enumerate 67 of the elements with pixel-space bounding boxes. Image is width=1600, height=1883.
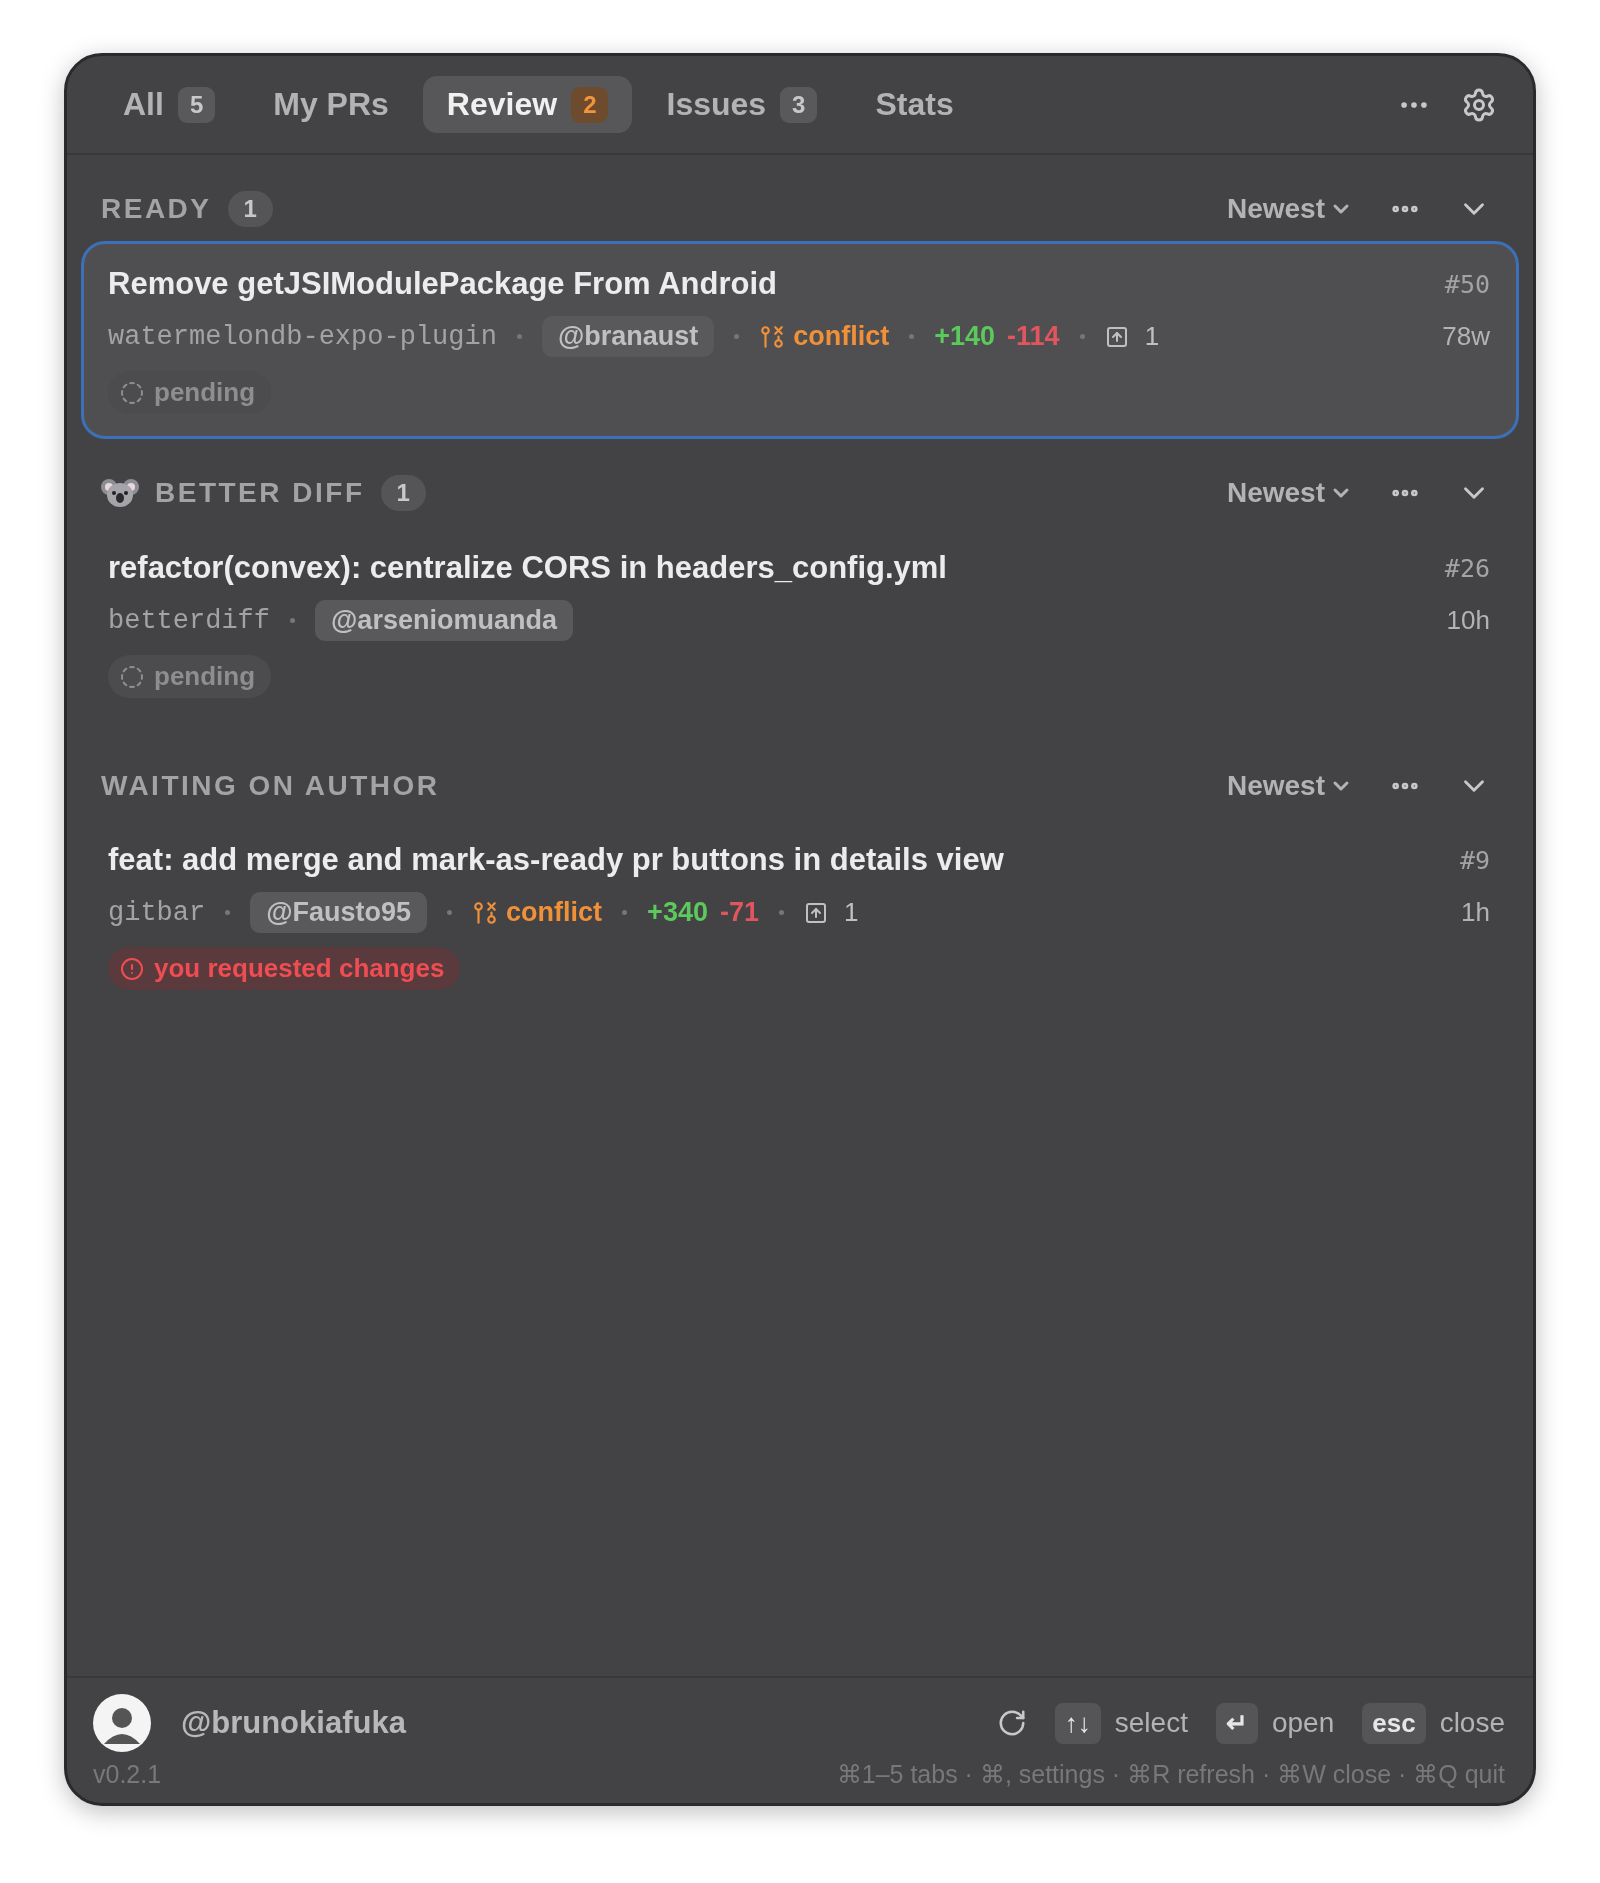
author-tag: @Fausto95 bbox=[250, 892, 428, 933]
status-badge: you requested changes bbox=[108, 947, 461, 990]
conflict-label: conflict bbox=[759, 321, 890, 352]
additions-count: +340 bbox=[647, 897, 708, 928]
pull-request-card[interactable]: Remove getJSIModulePackage From Android #50 watermelondb-expo-plugin @branaust conflict +140 -114 1 78w pending bbox=[81, 241, 1519, 439]
sort-dropdown[interactable]: Newest bbox=[1226, 477, 1353, 509]
tab[interactable]: Stats bbox=[851, 76, 978, 133]
author-tag: @arseniomuanda bbox=[315, 600, 573, 641]
avatar bbox=[93, 1694, 151, 1752]
age-label: 10h bbox=[1446, 605, 1490, 636]
count-badge: 3 bbox=[780, 86, 818, 123]
sort-dropdown[interactable]: Newest bbox=[1226, 770, 1353, 802]
pull-request-card[interactable]: feat: add merge and mark-as-ready pr buttons in details view #9 gitbar @Fausto95 conflict +340 -71 1 1h you requested changes bbox=[81, 817, 1519, 1015]
key-hint: close bbox=[1439, 1707, 1505, 1739]
tab-label: Stats bbox=[875, 86, 954, 123]
repo-name: gitbar bbox=[108, 897, 206, 928]
pr-number: #9 bbox=[1459, 845, 1490, 875]
repo-name: watermelondb-expo-plugin bbox=[108, 321, 497, 352]
pending-icon bbox=[120, 380, 144, 405]
koala-icon bbox=[101, 477, 139, 509]
merge-conflict-icon bbox=[759, 323, 786, 350]
pr-title: feat: add merge and mark-as-ready pr buttons in details view bbox=[108, 842, 1005, 878]
alert-icon bbox=[120, 956, 144, 981]
section-title: WAITING ON AUTHOR bbox=[101, 770, 440, 802]
key-hint: select bbox=[1114, 1707, 1188, 1739]
comment-icon bbox=[1104, 324, 1129, 349]
settings-icon[interactable] bbox=[1461, 86, 1497, 123]
comment-icon bbox=[803, 900, 828, 925]
age-label: 1h bbox=[1461, 897, 1490, 928]
age-label: 78w bbox=[1442, 321, 1490, 352]
tab-label: My PRs bbox=[273, 86, 389, 123]
section-title: BETTER DIFF bbox=[155, 477, 365, 509]
tab[interactable]: All 5 bbox=[99, 76, 240, 133]
comment-count: 1 bbox=[1144, 321, 1160, 352]
tab-label: All bbox=[123, 86, 164, 123]
tab[interactable]: Review 2 bbox=[422, 76, 633, 133]
tab[interactable]: My PRs bbox=[249, 76, 413, 133]
pull-request-card[interactable]: refactor(convex): centralize CORS in headers_config.yml #26 betterdiff @arseniomuanda 10h pending bbox=[81, 525, 1519, 723]
pr-number: #50 bbox=[1444, 269, 1490, 299]
key-cap: ↑↓ bbox=[1054, 1702, 1101, 1744]
tab[interactable]: Issues 3 bbox=[642, 76, 842, 133]
count-badge: 1 bbox=[380, 475, 426, 511]
count-badge: 5 bbox=[177, 86, 216, 123]
conflict-label: conflict bbox=[472, 897, 603, 928]
username: @brunokiafuka bbox=[181, 1705, 406, 1741]
merge-conflict-icon bbox=[472, 899, 499, 926]
tab-label: Review bbox=[446, 86, 558, 123]
author-tag: @branaust bbox=[541, 316, 715, 357]
key-hint: open bbox=[1271, 1707, 1335, 1739]
section-title: READY bbox=[101, 193, 212, 225]
pr-title: Remove getJSIModulePackage From Android bbox=[108, 266, 778, 302]
sort-dropdown[interactable]: Newest bbox=[1226, 193, 1353, 225]
count-badge: 2 bbox=[571, 86, 609, 123]
pr-number: #26 bbox=[1444, 553, 1490, 583]
key-cap: ↵ bbox=[1215, 1702, 1258, 1744]
comment-count: 1 bbox=[843, 897, 859, 928]
key-cap: esc bbox=[1362, 1702, 1426, 1744]
pending-icon bbox=[120, 664, 144, 689]
pr-title: refactor(convex): centralize CORS in headers_config.yml bbox=[108, 550, 948, 586]
deletions-count: -114 bbox=[1007, 321, 1060, 352]
additions-count: +140 bbox=[934, 321, 996, 352]
tab-label: Issues bbox=[666, 86, 767, 123]
status-badge: pending bbox=[108, 655, 272, 698]
deletions-count: -71 bbox=[719, 897, 759, 928]
status-badge: pending bbox=[108, 371, 272, 414]
repo-name: betterdiff bbox=[108, 605, 271, 636]
count-badge: 1 bbox=[227, 191, 273, 227]
